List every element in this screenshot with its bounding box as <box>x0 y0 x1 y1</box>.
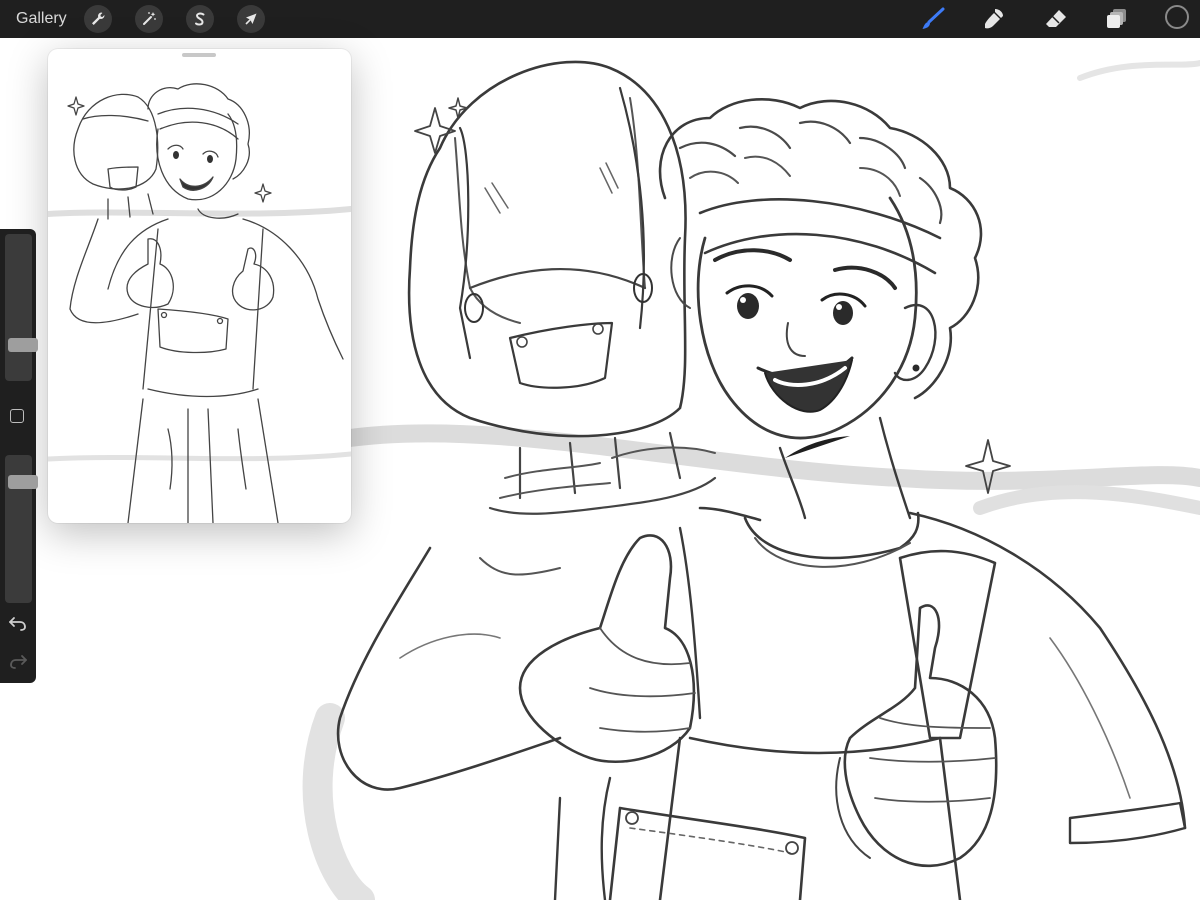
wrench-icon <box>92 12 105 25</box>
layers-button[interactable] <box>1102 5 1132 33</box>
selection-button[interactable] <box>186 5 214 33</box>
eraser-tool-button[interactable] <box>1041 5 1071 33</box>
brush-size-thumb[interactable] <box>8 337 38 352</box>
eraser-icon <box>1046 10 1066 27</box>
brush-icon <box>922 7 945 29</box>
gallery-button[interactable]: Gallery <box>16 10 67 28</box>
reference-thumbnail <box>48 83 351 523</box>
brush-tool-button[interactable] <box>918 5 948 33</box>
transform-button[interactable] <box>237 5 265 33</box>
redo-icon <box>10 655 27 669</box>
smudge-icon <box>985 9 1003 29</box>
modify-button[interactable] <box>10 409 24 423</box>
brush-size-slider[interactable] <box>5 234 38 381</box>
smudge-tool-button[interactable] <box>979 5 1009 33</box>
adjustments-button[interactable] <box>135 5 163 33</box>
undo-icon <box>9 617 26 631</box>
arrow-cursor-icon <box>245 13 257 25</box>
layers-icon <box>1107 9 1126 28</box>
reference-window[interactable] <box>48 49 351 523</box>
magic-wand-icon <box>143 12 156 25</box>
brush-opacity-slider[interactable] <box>5 455 38 603</box>
brush-opacity-thumb[interactable] <box>8 475 38 490</box>
redo-button[interactable] <box>8 651 28 671</box>
selection-s-icon <box>195 12 205 26</box>
color-picker-swatch[interactable] <box>1165 5 1189 29</box>
brush-sidebar <box>0 229 38 683</box>
undo-button[interactable] <box>8 613 28 633</box>
actions-button[interactable] <box>84 5 112 33</box>
reference-drag-handle[interactable] <box>182 53 216 57</box>
top-toolbar: Gallery <box>0 0 1200 38</box>
